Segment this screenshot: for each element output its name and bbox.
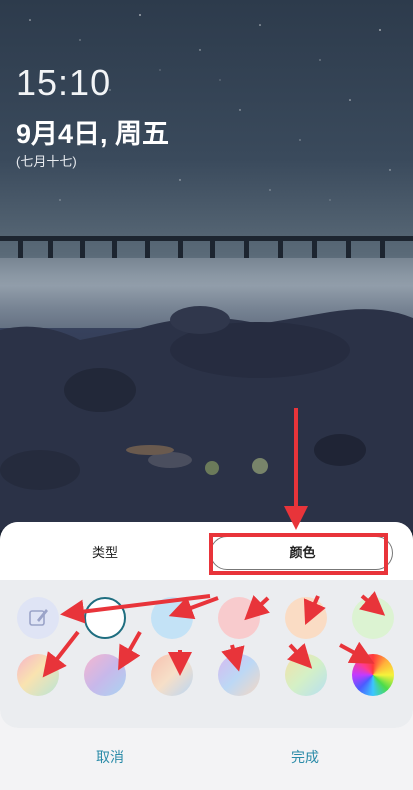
swatch-gradient-4[interactable]	[218, 654, 260, 696]
swatch-pink[interactable]	[218, 597, 260, 639]
swatch-edit[interactable]	[17, 597, 59, 639]
lockscreen-time: 15:10	[16, 62, 112, 103]
done-button[interactable]: 完成	[230, 740, 380, 774]
swatch-gradient-5[interactable]	[285, 654, 327, 696]
tab-bar: 类型 颜色	[0, 530, 413, 576]
tab-type[interactable]: 类型	[0, 530, 210, 576]
lockscreen-lunar-date: (七月十七)	[16, 154, 77, 169]
swatch-none-selected[interactable]	[84, 597, 126, 639]
pencil-edit-icon	[29, 609, 48, 626]
swatch-gradient-3[interactable]	[151, 654, 193, 696]
tab-type-label: 类型	[91, 545, 118, 560]
lockscreen-date: 9月4日, 周五	[16, 119, 170, 149]
swatch-light-green[interactable]	[352, 597, 394, 639]
tab-color[interactable]: 颜色	[210, 530, 395, 576]
bridge	[0, 236, 413, 258]
cancel-button[interactable]: 取消	[40, 740, 180, 774]
swatch-grid	[0, 580, 413, 728]
lockscreen-wallpaper: 15:10 9月4日, 周五 (七月十七)	[0, 0, 413, 530]
swatch-gradient-2[interactable]	[84, 654, 126, 696]
swatch-peach[interactable]	[285, 597, 327, 639]
swatch-light-blue[interactable]	[151, 597, 193, 639]
rocky-shore	[0, 306, 413, 530]
tab-color-label: 颜色	[289, 545, 316, 560]
swatch-gradient-1[interactable]	[17, 654, 59, 696]
swatch-rainbow[interactable]	[352, 654, 394, 696]
